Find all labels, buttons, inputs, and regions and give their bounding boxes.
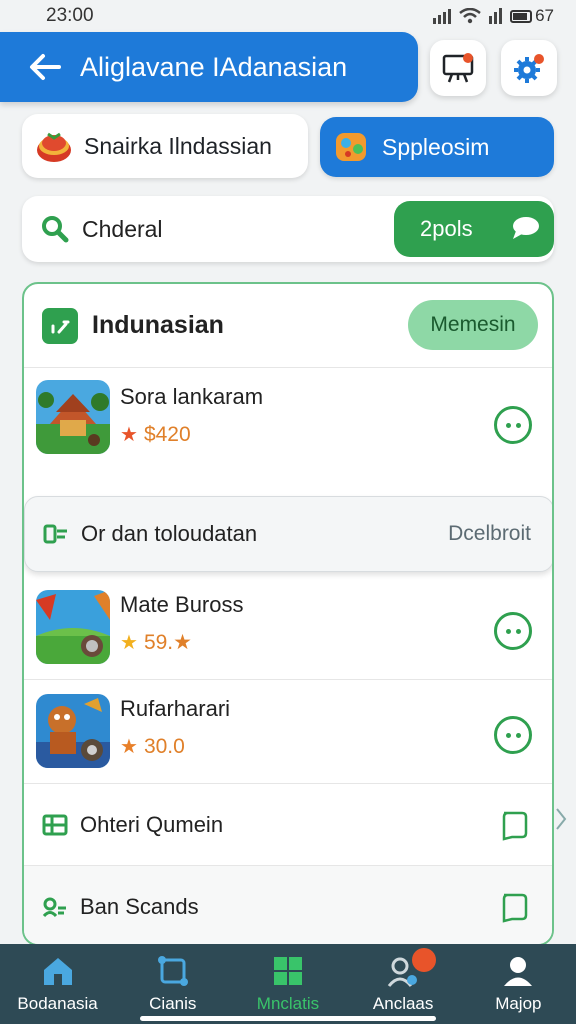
tab-left[interactable]: Snairka Ilndassian xyxy=(22,114,308,178)
game-row[interactable]: Rufarharari ★ 30.0 xyxy=(24,680,552,784)
card-badge-label: Memesin xyxy=(430,313,516,336)
option-row[interactable]: Or dan toloudatan Dcelbroit xyxy=(24,496,552,572)
tab-right-label: Sppleosim xyxy=(382,133,490,160)
more-options-button[interactable] xyxy=(494,406,532,444)
card-title: Indunasian xyxy=(92,311,224,339)
status-bar: 23:00 67 xyxy=(0,0,576,32)
grid-icon xyxy=(271,954,305,988)
search-input[interactable]: Chderal xyxy=(82,216,163,243)
user-search-icon xyxy=(42,897,66,918)
battery-indicator: 67 xyxy=(510,6,554,26)
dot-icon xyxy=(515,732,521,738)
game-name: Rufarharari xyxy=(120,696,231,721)
bottom-navigation: Bodanasia Cianis Mnclatis Anclaas Majop xyxy=(0,944,576,1024)
home-icon xyxy=(41,954,75,988)
option-label: Or dan toloudatan xyxy=(81,521,258,546)
game-row[interactable]: Sora lankaram ★ $420 ➤ xyxy=(24,368,552,572)
game-rating: ★ 59.★ xyxy=(120,630,192,655)
option-label: Ban Scands xyxy=(80,894,199,919)
game-rating-value: $420 xyxy=(143,422,191,446)
nav-label: Bodanasia xyxy=(17,994,98,1013)
option-label: Ohteri Qumein xyxy=(80,811,224,837)
cellular-signal-icon xyxy=(433,8,452,24)
nav-item-profile[interactable]: Majop xyxy=(463,954,573,1014)
dot-icon xyxy=(515,422,521,428)
nav-label: Mnclatis xyxy=(256,994,320,1013)
search-button-label: 2pols xyxy=(420,216,473,241)
table-icon xyxy=(42,814,68,835)
game-rating-value: 30.0 xyxy=(143,734,185,758)
game-name: Sora lankaram xyxy=(120,384,264,409)
card-badge-button[interactable]: Memesin xyxy=(408,300,538,350)
game-row[interactable]: Mate Buross ★ 59.★ xyxy=(24,576,552,680)
nav-label: Majop xyxy=(495,994,542,1013)
notification-badge xyxy=(412,948,437,972)
gear-icon xyxy=(514,54,544,83)
nav-item-home[interactable]: Bodanasia xyxy=(3,954,113,1014)
dot-icon xyxy=(515,628,521,634)
nav-item-graph[interactable]: Cianis xyxy=(118,954,228,1014)
tab-right[interactable]: Sppleosim xyxy=(320,117,554,177)
search-submit-button[interactable]: 2pols xyxy=(394,201,554,257)
dot-icon xyxy=(505,422,511,428)
chart-icon xyxy=(42,307,78,344)
home-indicator[interactable] xyxy=(140,1016,436,1021)
more-options-button[interactable] xyxy=(494,716,532,754)
game-rating-value: 59.★ xyxy=(143,631,192,654)
star-icon: ★ xyxy=(120,424,138,446)
game-rating: ★ $420 xyxy=(120,422,191,447)
star-icon: ★ xyxy=(120,736,138,758)
list-icon xyxy=(43,524,67,544)
game-rating: ★ 30.0 xyxy=(120,734,185,759)
cellular-signal-2-icon xyxy=(489,8,503,24)
content-card: Indunasian Memesin Sora lankaram ★ $420 xyxy=(22,282,554,946)
status-time: 23:00 xyxy=(46,5,94,26)
settings-button[interactable] xyxy=(501,40,557,96)
tomato-icon xyxy=(34,126,74,166)
presentation-board-icon xyxy=(442,53,474,83)
game-thumbnail xyxy=(36,380,110,454)
more-options-button[interactable] xyxy=(494,612,532,650)
nav-item-search-people[interactable]: Anclaas xyxy=(348,948,458,1014)
game-thumbnail xyxy=(36,694,110,768)
option-value: Dcelbroit xyxy=(448,522,531,545)
star-icon: ★ xyxy=(120,632,138,654)
nav-item-grid[interactable]: Mnclatis xyxy=(233,954,343,1014)
chat-bubble-icon xyxy=(502,811,528,841)
chat-bubble-icon xyxy=(502,893,528,923)
option-row[interactable]: Ban Scands xyxy=(24,866,552,944)
chevron-right-icon[interactable] xyxy=(554,806,568,832)
status-icons: 67 xyxy=(433,6,554,26)
wifi-icon xyxy=(459,8,481,24)
back-arrow-icon[interactable] xyxy=(28,50,62,84)
search-bar[interactable]: Chderal 2pols xyxy=(22,196,554,262)
app-header: Aliglavane IAdanasian xyxy=(0,32,418,102)
game-thumbnail xyxy=(36,590,110,664)
search-icon xyxy=(42,216,69,243)
dot-icon xyxy=(505,732,511,738)
nav-label: Anclaas xyxy=(372,994,434,1013)
option-row[interactable]: Ohteri Qumein xyxy=(24,784,552,866)
chat-bubble-icon xyxy=(513,217,539,239)
palette-icon xyxy=(332,127,372,167)
presentation-button[interactable] xyxy=(430,40,486,96)
battery-icon xyxy=(510,9,533,23)
tab-left-label: Snairka Ilndassian xyxy=(84,132,272,159)
battery-percent: 67 xyxy=(535,6,554,25)
dot-icon xyxy=(505,628,511,634)
game-name: Mate Buross xyxy=(120,592,244,617)
card-header: Indunasian Memesin xyxy=(24,284,552,368)
profile-icon xyxy=(501,954,535,988)
nav-label: Cianis xyxy=(149,994,197,1013)
page-title: Aliglavane IAdanasian xyxy=(80,51,348,82)
crop-icon xyxy=(156,954,190,988)
